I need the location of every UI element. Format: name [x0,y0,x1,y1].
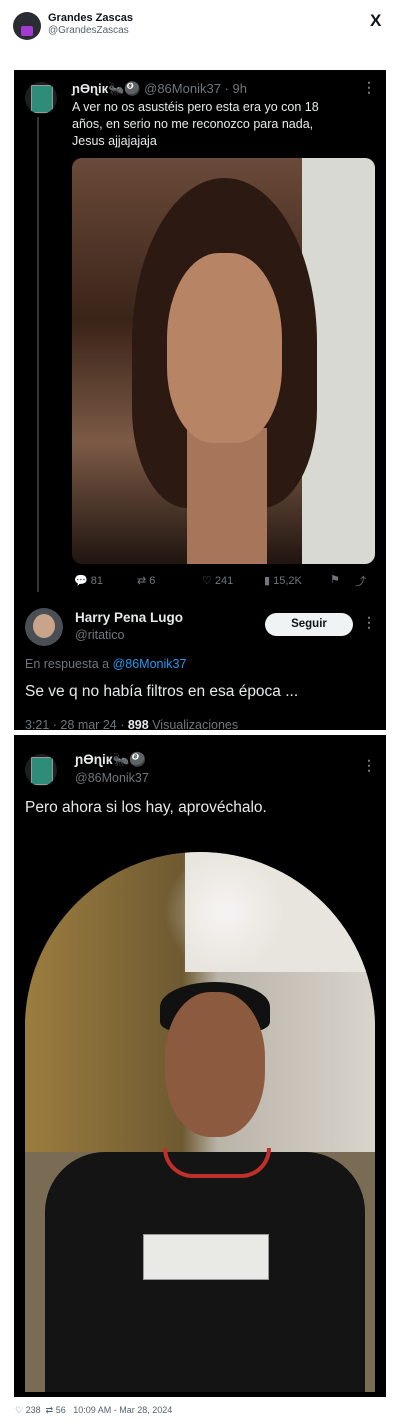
like-count: 241 [214,575,234,587]
footer-timestamp[interactable]: 10:09 AM - Mar 28, 2024 [73,1405,172,1415]
bar-chart-icon: ▮ [264,575,271,587]
tweet1-photo[interactable] [72,158,375,564]
reply-views-label: Visualizaciones [152,718,239,730]
retweet-stat[interactable]: ⇄ 6 [137,574,155,587]
reply-handle[interactable]: @ritatico [75,628,125,642]
retweet-icon: ⇄ [137,575,147,587]
avatar[interactable] [25,608,63,646]
tweet2-photo[interactable] [25,852,375,1392]
reply-display-name[interactable]: Harry Pena Lugo [75,610,183,625]
heart-icon[interactable]: ♡ [15,1405,23,1415]
more-options-icon[interactable]: ⋮ [362,614,376,631]
footer-stats: ♡ 238 ⇄ 56 10:09 AM - Mar 28, 2024 [15,1405,172,1416]
outer-avatar[interactable] [13,12,41,40]
tweet1-handle[interactable]: @86Monik37 [144,81,221,96]
retweet-count: 6 [149,575,156,587]
outer-author-name[interactable]: Grandes Zascas [48,12,133,24]
more-options-icon[interactable]: ⋮ [362,79,376,96]
reply-views-count: 898 [127,718,149,730]
thread-line [37,117,39,592]
in-reply-prefix: En respuesta a [25,657,110,671]
tweet2-text: Pero ahora si los hay, aprovéchalo. [25,799,267,816]
retweet-icon[interactable]: ⇄ [46,1405,54,1415]
reply-stat[interactable]: 💬 81 [74,574,103,587]
tweet1-display-name[interactable]: ɲϴɳік🐜🎱 [72,81,141,96]
reply-meta: 3:21 · 28 mar 24 · 898 Visualizaciones [25,718,238,730]
tweet1-text: A ver no os asustéis pero esta era yo co… [72,99,372,150]
avatar[interactable] [25,754,57,786]
reply-text: Se ve q no había filtros en esa época ..… [25,683,299,700]
avatar[interactable] [25,82,57,114]
more-options-icon[interactable]: ⋮ [362,757,376,774]
tweet2-display-name[interactable]: ɲϴɳік🐜🎱 [75,752,146,768]
x-logo-icon[interactable]: X [370,11,381,31]
views-stat[interactable]: ▮ 15,2K [264,574,302,587]
views-count: 15,2K [273,575,302,587]
share-icon[interactable]: ⤴ [355,573,366,589]
tweet1-text-line: años, en serio no me reconozco para nada… [72,117,314,131]
reply-time[interactable]: 3:21 · 28 mar 24 · [25,718,124,730]
tweet1-time[interactable]: · 9h [225,81,247,96]
bookmark-icon[interactable]: ⚑ [330,573,340,586]
tweet2-handle[interactable]: @86Monik37 [75,771,149,785]
in-reply-to: En respuesta a @86Monik37 [25,657,186,671]
heart-icon: ♡ [202,575,212,587]
tweet1-text-line: Jesus ajjajajaja [72,134,157,148]
like-stat[interactable]: ♡ 241 [202,574,233,587]
in-reply-handle[interactable]: @86Monik37 [113,657,187,671]
tweet1-text-line: A ver no os asustéis pero esta era yo co… [72,100,319,114]
tweet1-header: ɲϴɳік🐜🎱 @86Monik37 · 9h [72,81,247,97]
outer-author-handle[interactable]: @GrandesZascas [48,25,129,36]
footer-retweets: 56 [55,1405,66,1415]
reply-icon: 💬 [74,575,88,587]
follow-button[interactable]: Seguir [265,613,353,636]
footer-likes: 238 [25,1405,41,1415]
reply-count: 81 [90,575,104,587]
